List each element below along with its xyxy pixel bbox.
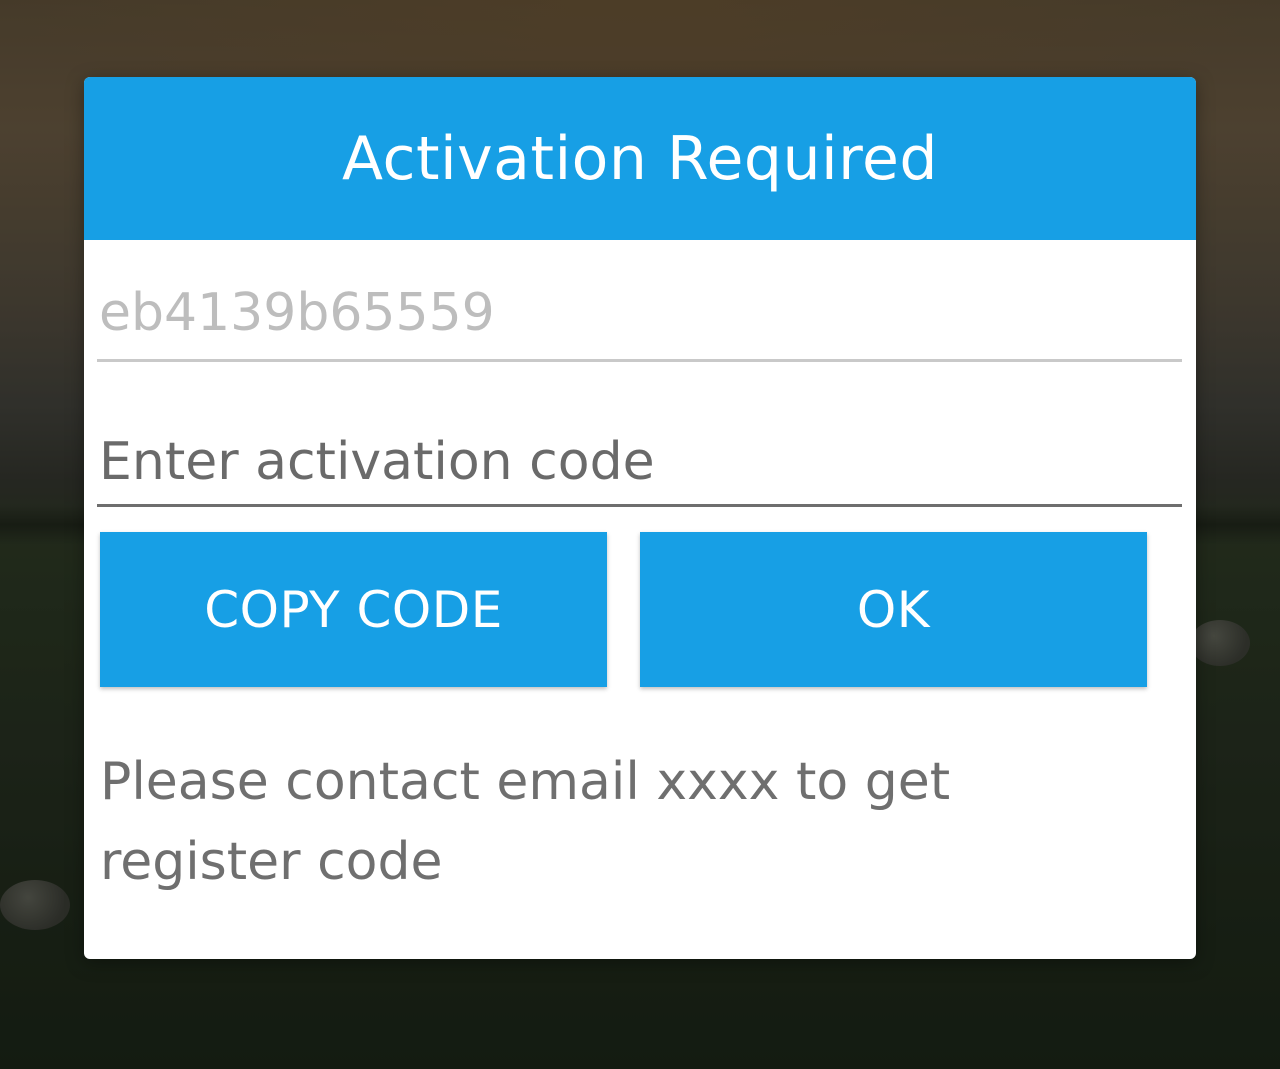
contact-note: Please contact email xxxx to get registe…	[100, 752, 951, 892]
activation-dialog: Activation Required eb4139b65559 COPY CO…	[84, 77, 1196, 959]
dialog-title: Activation Required	[342, 123, 938, 194]
activation-code-field[interactable]	[97, 422, 1184, 507]
copy-code-button[interactable]: COPY CODE	[100, 532, 607, 687]
device-code-field: eb4139b65559	[97, 277, 1182, 362]
device-code-text: eb4139b65559	[99, 283, 495, 343]
ok-button[interactable]: OK	[640, 532, 1147, 687]
dialog-header: Activation Required	[84, 77, 1196, 240]
activation-code-input[interactable]	[97, 422, 1184, 502]
